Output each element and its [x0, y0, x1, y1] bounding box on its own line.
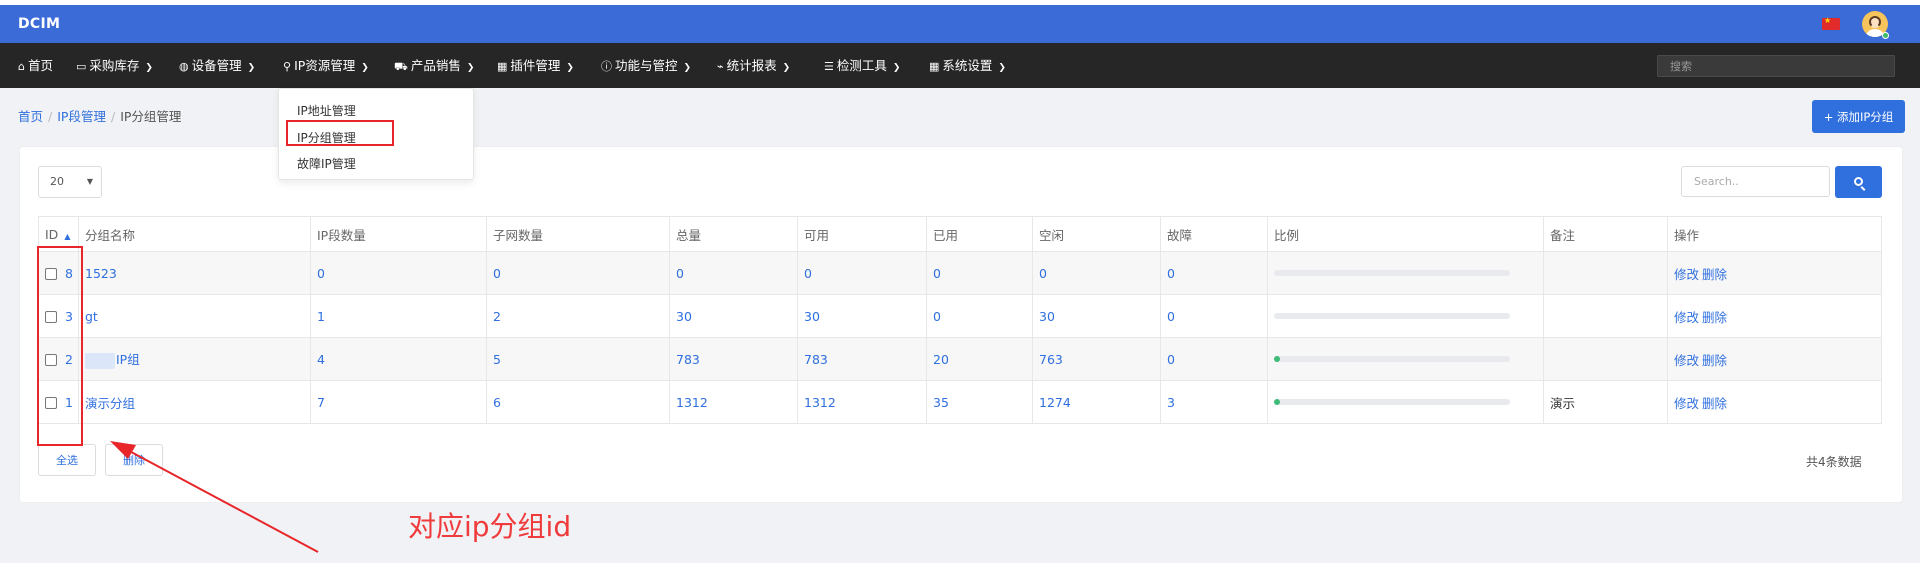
arrow-head [110, 441, 136, 459]
annotation-text: 对应ip分组id [408, 510, 572, 543]
annotation-arrow [110, 441, 319, 553]
arrow-line [119, 445, 319, 553]
